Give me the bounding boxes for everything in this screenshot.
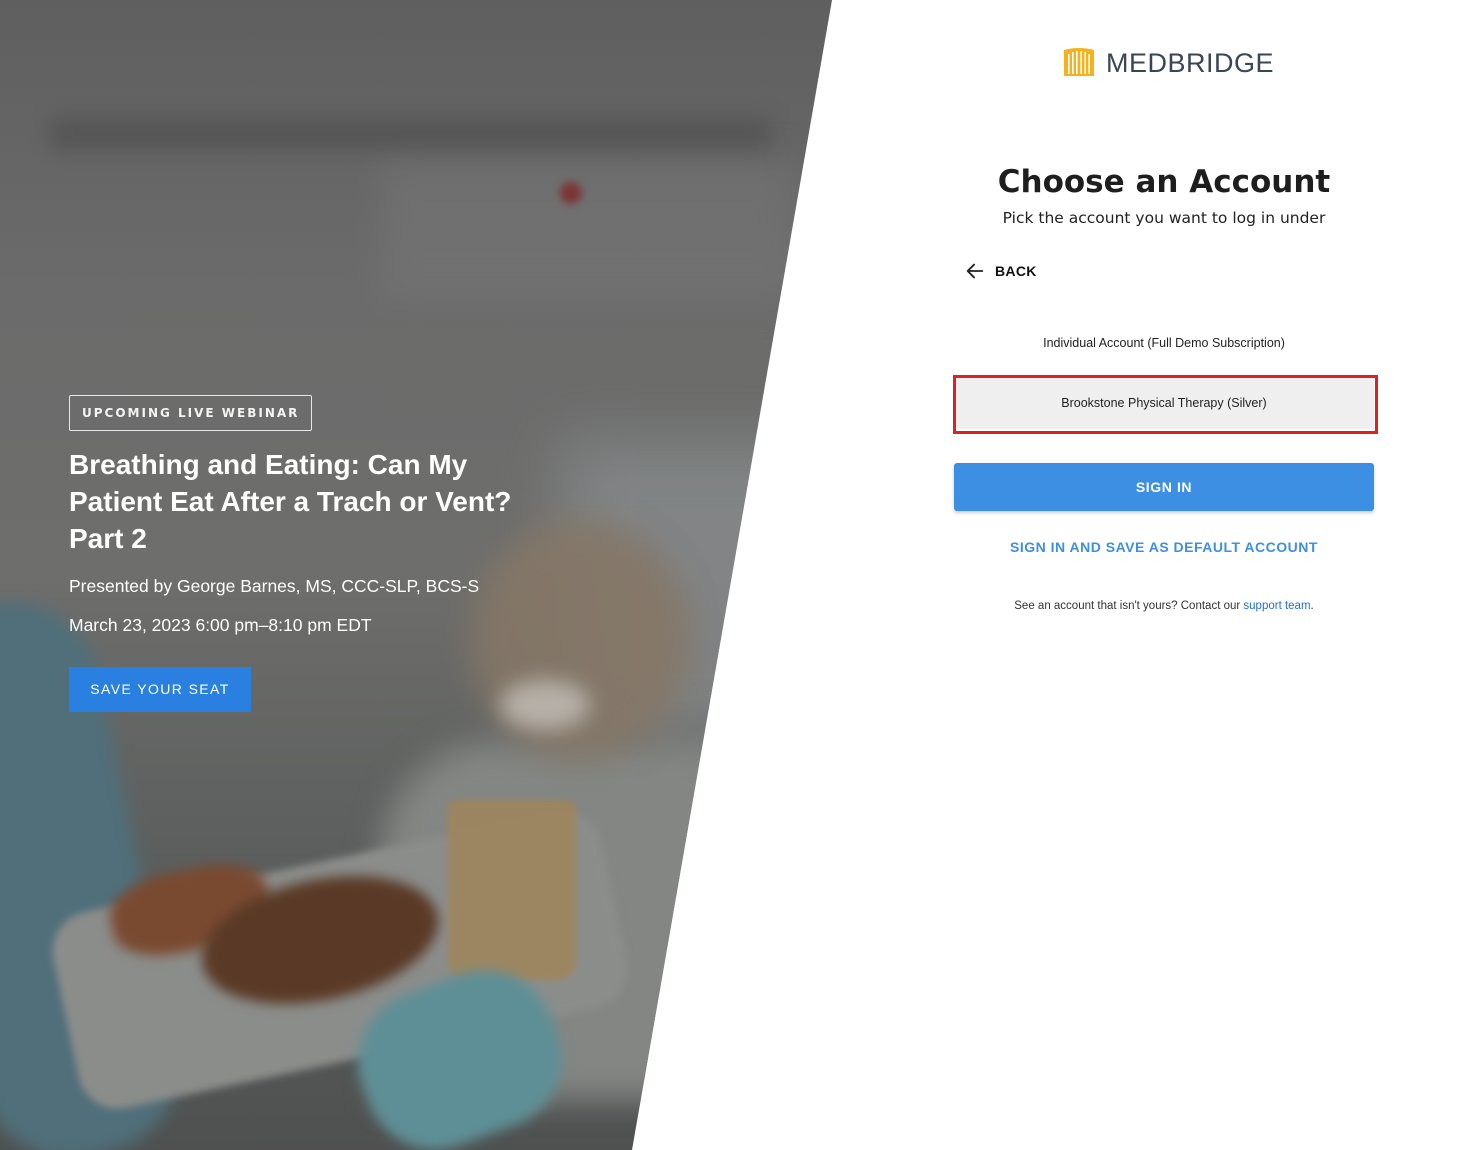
hero-background — [380, 160, 800, 300]
webinar-title: Breathing and Eating: Can My Patient Eat… — [69, 449, 512, 554]
webinar-presenter: Presented by George Barnes, MS, CCC-SLP,… — [69, 576, 480, 596]
account-option-individual[interactable]: Individual Account (Full Demo Subscripti… — [954, 317, 1374, 369]
webinar-date: March 23, 2023 6:00 pm–8:10 pm EDT — [69, 615, 372, 635]
webinar-badge: UPCOMING LIVE WEBINAR — [69, 395, 313, 431]
sign-in-button[interactable]: SIGN IN — [954, 463, 1374, 511]
sign-in-save-default-button[interactable]: SIGN IN AND SAVE AS DEFAULT ACCOUNT — [954, 536, 1374, 558]
account-option-brookstone[interactable]: Brookstone Physical Therapy (Silver) — [954, 377, 1374, 429]
support-notice-text: See an account that isn't yours? Contact… — [1014, 600, 1244, 612]
save-your-seat-button[interactable]: SAVE YOUR SEAT — [69, 667, 251, 712]
support-team-link[interactable]: support team — [1243, 600, 1310, 612]
support-notice-end: . — [1310, 600, 1314, 612]
page-subtitle: Pick the account you want to log in unde… — [1002, 209, 1326, 227]
page-title: Choose an Account — [997, 164, 1331, 200]
webinar-hero: UPCOMING LIVE WEBINAR Breathing and Eati… — [0, 0, 832, 1150]
arrow-left-icon — [966, 263, 984, 279]
support-notice: See an account that isn't yours? Contact… — [954, 597, 1374, 615]
back-label: BACK — [995, 263, 1037, 279]
hero-content: UPCOMING LIVE WEBINAR Breathing and Eati… — [69, 395, 539, 712]
medbridge-logo[interactable]: MEDBRIDGE — [1062, 46, 1274, 80]
brand-name: MEDBRIDGE — [1106, 48, 1275, 78]
back-button[interactable]: BACK — [964, 259, 1037, 283]
medbridge-logo-icon — [1064, 48, 1094, 76]
